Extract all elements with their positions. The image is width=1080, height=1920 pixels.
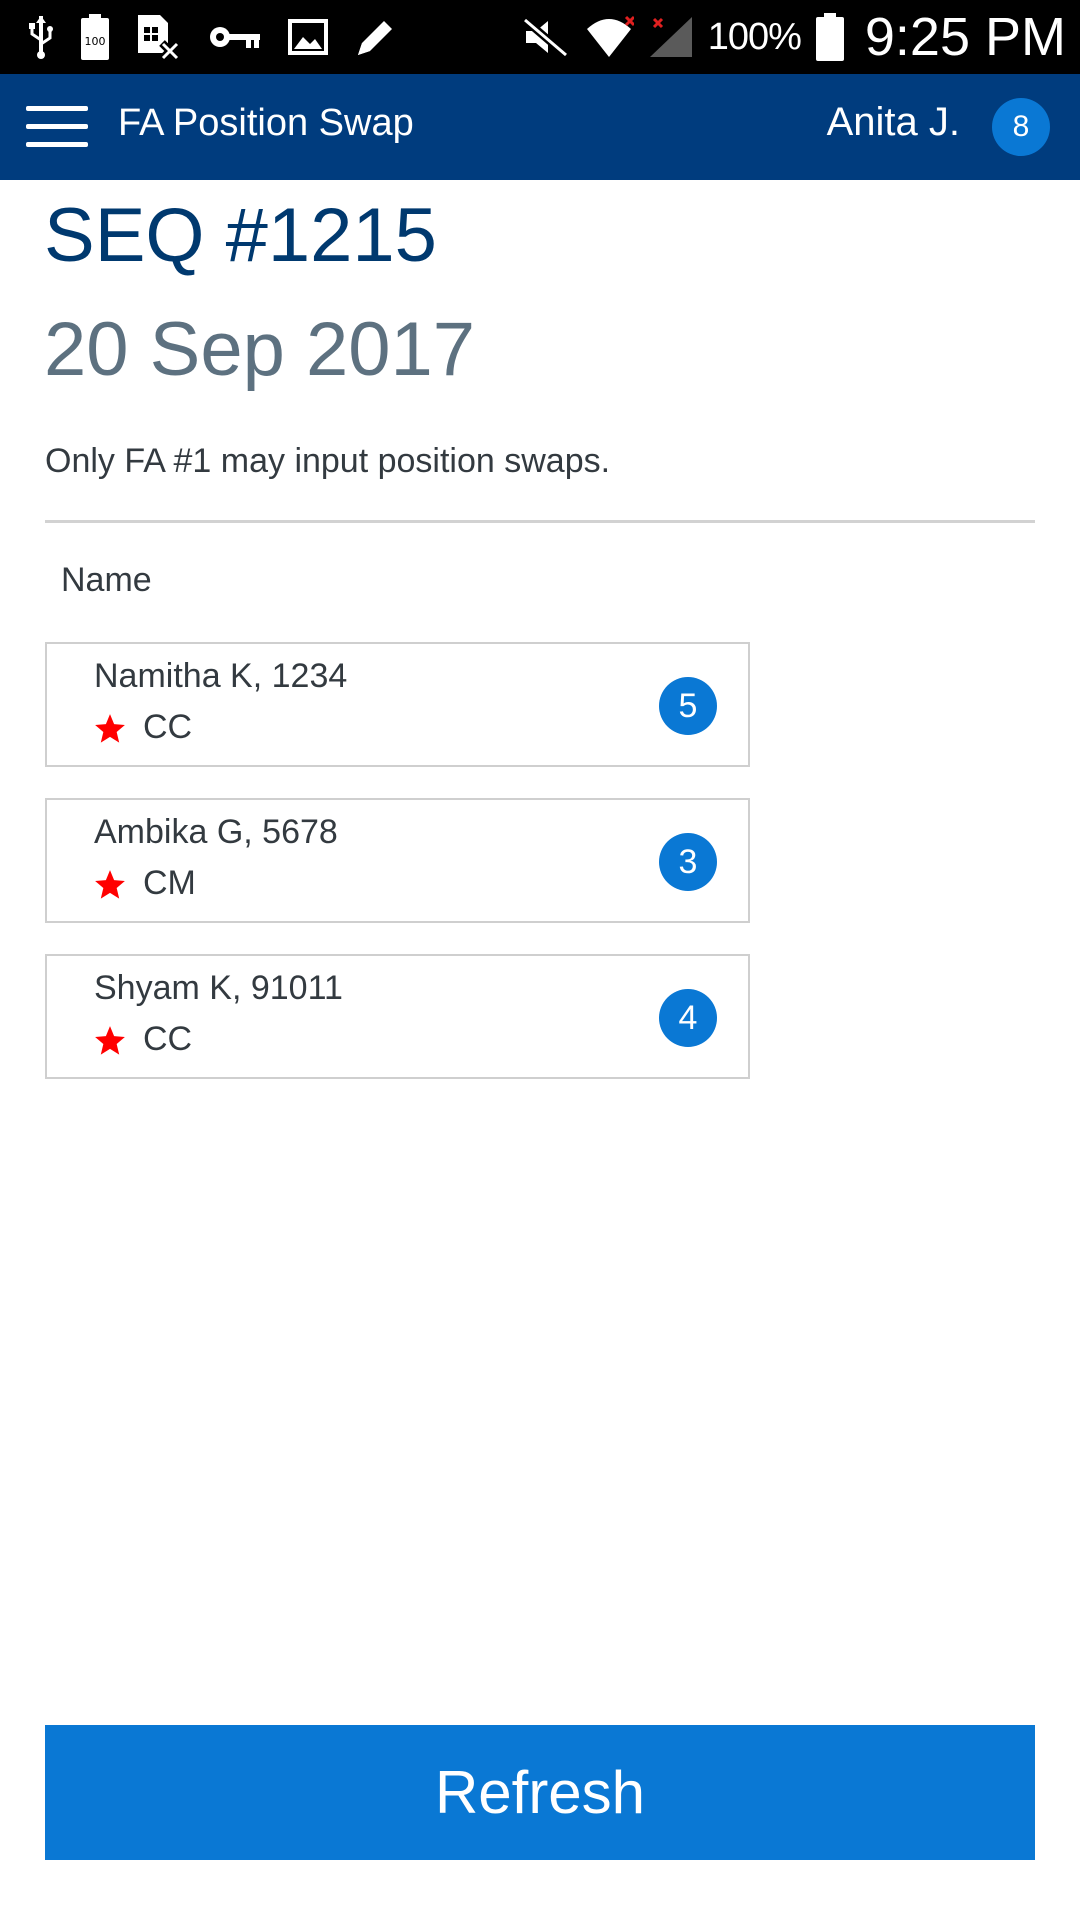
gallery-image-icon — [288, 19, 328, 55]
battery-percent: 100% — [707, 15, 802, 58]
star-icon — [95, 1026, 125, 1055]
divider — [45, 520, 1035, 523]
column-header-name: Name — [61, 561, 152, 599]
crew-list: Namitha K, 1234 CC 5 Ambika G, 5678 CM 3… — [45, 642, 750, 1110]
list-item[interactable]: Ambika G, 5678 CM 3 — [45, 798, 750, 923]
battery-icon — [815, 13, 844, 61]
menu-button[interactable] — [26, 102, 92, 152]
status-icons-right: 100% 9:25 PM — [521, 6, 1066, 68]
star-icon — [95, 714, 125, 743]
crew-role: CC — [143, 1020, 193, 1058]
wifi-icon — [586, 15, 634, 57]
app-bar: FA Position Swap Anita J. 8 — [0, 74, 1080, 180]
position-badge: 5 — [659, 677, 717, 735]
list-item[interactable]: Shyam K, 91011 CC 4 — [45, 954, 750, 1079]
status-icons-left: 100 — [28, 12, 398, 62]
crew-role: CC — [143, 708, 193, 746]
star-icon — [95, 870, 125, 899]
crew-name: Ambika G, 5678 — [94, 813, 338, 851]
refresh-button[interactable]: Refresh — [45, 1725, 1035, 1860]
notice-text: Only FA #1 may input position swaps. — [45, 442, 611, 480]
status-bar: 100 100% 9:25 PM — [0, 0, 1080, 74]
status-time: 9:25 PM — [864, 7, 1066, 67]
mute-icon — [521, 17, 569, 57]
crew-name: Namitha K, 1234 — [94, 657, 348, 695]
svg-text:100: 100 — [85, 35, 106, 48]
list-item[interactable]: Namitha K, 1234 CC 5 — [45, 642, 750, 767]
sequence-title: SEQ #1215 — [44, 193, 437, 278]
app-title: FA Position Swap — [118, 102, 414, 144]
battery-100-icon: 100 — [81, 14, 109, 60]
vpn-key-icon — [210, 27, 260, 48]
sim-card-off-icon — [138, 15, 181, 61]
sequence-date: 20 Sep 2017 — [44, 307, 476, 392]
position-badge: 4 — [659, 989, 717, 1047]
no-signal-icon — [649, 17, 692, 57]
crew-name: Shyam K, 91011 — [94, 969, 343, 1007]
edit-pencil-icon — [358, 21, 392, 55]
user-name[interactable]: Anita J. — [827, 100, 960, 145]
usb-icon — [29, 16, 53, 59]
position-badge: 3 — [659, 833, 717, 891]
user-notification-badge[interactable]: 8 — [992, 98, 1050, 156]
crew-role: CM — [143, 864, 196, 902]
